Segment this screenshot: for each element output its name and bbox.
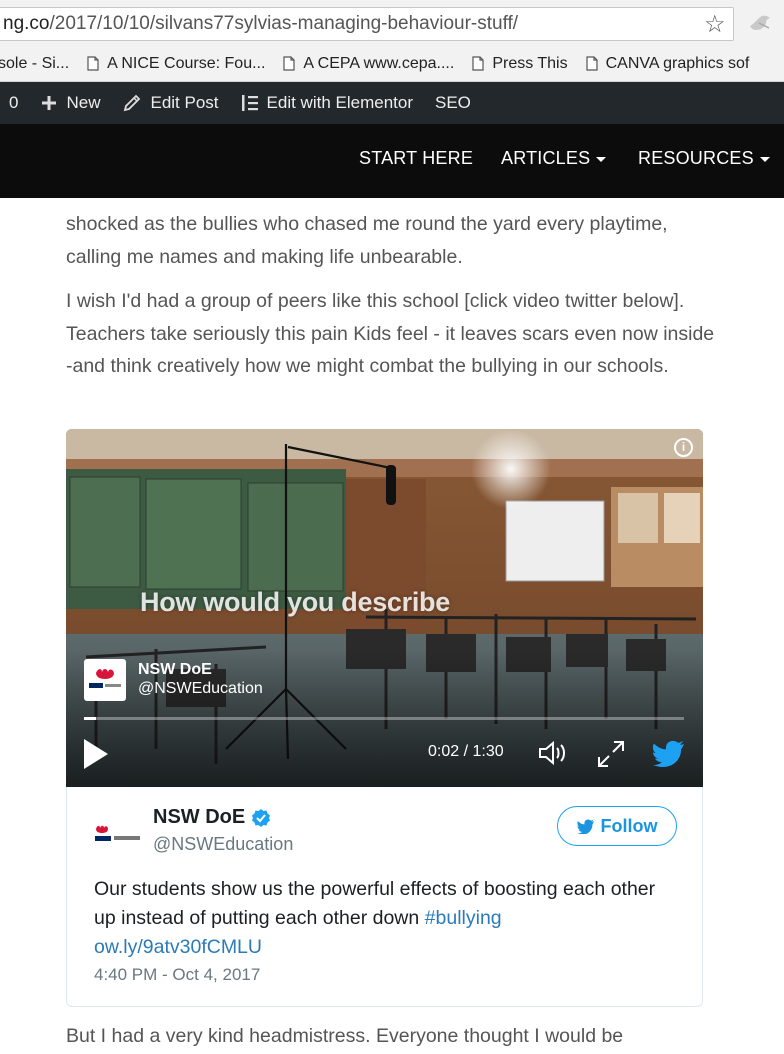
page-icon <box>87 56 99 71</box>
embedded-tweet: NSW DoE @NSWEducation Follow Our student… <box>66 787 703 1007</box>
nav-resources[interactable]: RESOURCES <box>638 148 770 169</box>
verified-badge-icon <box>252 808 271 827</box>
count-label: 0 <box>9 93 19 112</box>
tweet-author-handle[interactable]: @NSWEducation <box>153 834 293 855</box>
twitter-bird-icon <box>576 819 594 834</box>
author-name-text: NSW DoE <box>153 806 246 828</box>
bookmark-label: CANVA graphics sof <box>605 54 750 72</box>
new-button[interactable]: New <box>40 93 100 113</box>
bookmark-item[interactable]: CANVA graphics sof <box>585 54 750 73</box>
video-time: 0:02 / 1:30 <box>428 743 504 760</box>
article-paragraph-2: I wish I'd had a group of peers like thi… <box>66 290 715 377</box>
tweet-author-name[interactable]: NSW DoE <box>153 806 271 829</box>
browser-toolbar: ng.co/2017/10/10/silvans77sylvias-managi… <box>0 0 784 46</box>
caret-down-icon <box>596 156 607 162</box>
bookmark-label: A CEPA www.cepa.... <box>303 54 455 72</box>
elementor-icon <box>241 95 258 111</box>
nav-start-here[interactable]: START HERE <box>359 148 473 169</box>
edit-post-label: Edit Post <box>150 93 219 112</box>
play-icon[interactable] <box>82 737 110 771</box>
wp-admin-bar: 0 New Edit Post Edit with Elementor SEO <box>0 82 784 124</box>
address-bar[interactable]: ng.co/2017/10/10/silvans77sylvias-managi… <box>0 7 734 41</box>
volume-icon[interactable] <box>538 739 568 767</box>
nsw-logo-icon <box>95 825 140 841</box>
article-paragraph-3: But I had a very kind headmistress. Ever… <box>66 1025 624 1047</box>
page-icon <box>585 56 598 71</box>
elementor-label: Edit with Elementor <box>266 93 413 112</box>
bookmark-item[interactable]: A NICE Course: Fou... <box>87 55 265 73</box>
nav-label: RESOURCES <box>638 148 754 168</box>
comments-count[interactable]: 0 <box>9 93 18 113</box>
follow-label: Follow <box>600 815 658 836</box>
bookmark-item[interactable]: A CEPA www.cepa.... <box>283 55 454 73</box>
bookmark-star-icon[interactable]: ☆ <box>704 10 726 39</box>
seo-menu[interactable]: SEO <box>435 93 471 113</box>
bookmark-label: A NICE Course: Fou... <box>107 54 266 72</box>
nsw-logo-icon <box>84 659 126 701</box>
nav-label: ARTICLES <box>501 148 591 168</box>
article-line: calling me names and making life unbeara… <box>66 245 463 268</box>
new-label: New <box>66 93 101 112</box>
tweet-timestamp[interactable]: 4:40 PM - Oct 4, 2017 <box>94 965 260 985</box>
bookmark-label: Press This <box>492 54 568 72</box>
tweet-video-player[interactable]: i How would you describe NSW DoE @NSWEdu… <box>66 429 703 787</box>
bookmark-label: sole - Si... <box>0 54 70 72</box>
pencil-icon <box>124 94 141 112</box>
tweet-text: Our students show us the powerful effect… <box>94 875 674 962</box>
video-author-handle: @NSWEducation <box>138 680 263 697</box>
url-path: /2017/10/10/silvans77sylvias-managing-be… <box>49 13 519 34</box>
edit-with-elementor-button[interactable]: Edit with Elementor <box>241 93 413 113</box>
nav-label: START HERE <box>359 148 474 168</box>
seo-label: SEO <box>434 93 471 112</box>
video-author-name: NSW DoE <box>138 661 212 678</box>
bookmarks-bar: sole - Si... A NICE Course: Fou... A CEP… <box>0 46 784 82</box>
follow-button[interactable]: Follow <box>557 806 677 846</box>
video-caption: How would you describe <box>140 587 450 617</box>
twitter-bird-icon[interactable] <box>653 740 685 768</box>
fullscreen-icon[interactable] <box>596 739 626 769</box>
nav-articles[interactable]: ARTICLES <box>501 148 607 169</box>
page-icon <box>472 56 484 71</box>
info-icon[interactable]: i <box>674 438 693 457</box>
tweet-url-link[interactable]: ow.ly/9atv30fCMLU <box>94 936 262 958</box>
tweet-hashtag-link[interactable]: #bullying <box>425 907 502 929</box>
article-paragraph-1: shocked as the bullies who chased me rou… <box>66 208 716 273</box>
video-progress-bar[interactable] <box>84 717 684 720</box>
tweet-text-body: Our students show us the powerful effect… <box>94 878 656 929</box>
site-navigation: START HERE ARTICLES RESOURCES <box>0 124 784 198</box>
article-line: shocked as the bullies who chased me rou… <box>66 213 668 235</box>
video-progress-fill <box>84 717 96 720</box>
caret-down-icon <box>759 156 770 162</box>
extension-icon[interactable] <box>748 12 772 34</box>
bookmark-item[interactable]: Press This <box>472 54 568 73</box>
page-icon <box>283 56 296 71</box>
plus-icon <box>42 96 57 110</box>
url-domain: ng.co <box>3 13 50 34</box>
edit-post-button[interactable]: Edit Post <box>122 93 219 113</box>
video-author: NSW DoE @NSWEducation <box>84 659 263 701</box>
bookmark-item[interactable]: sole - Si... <box>0 55 69 73</box>
